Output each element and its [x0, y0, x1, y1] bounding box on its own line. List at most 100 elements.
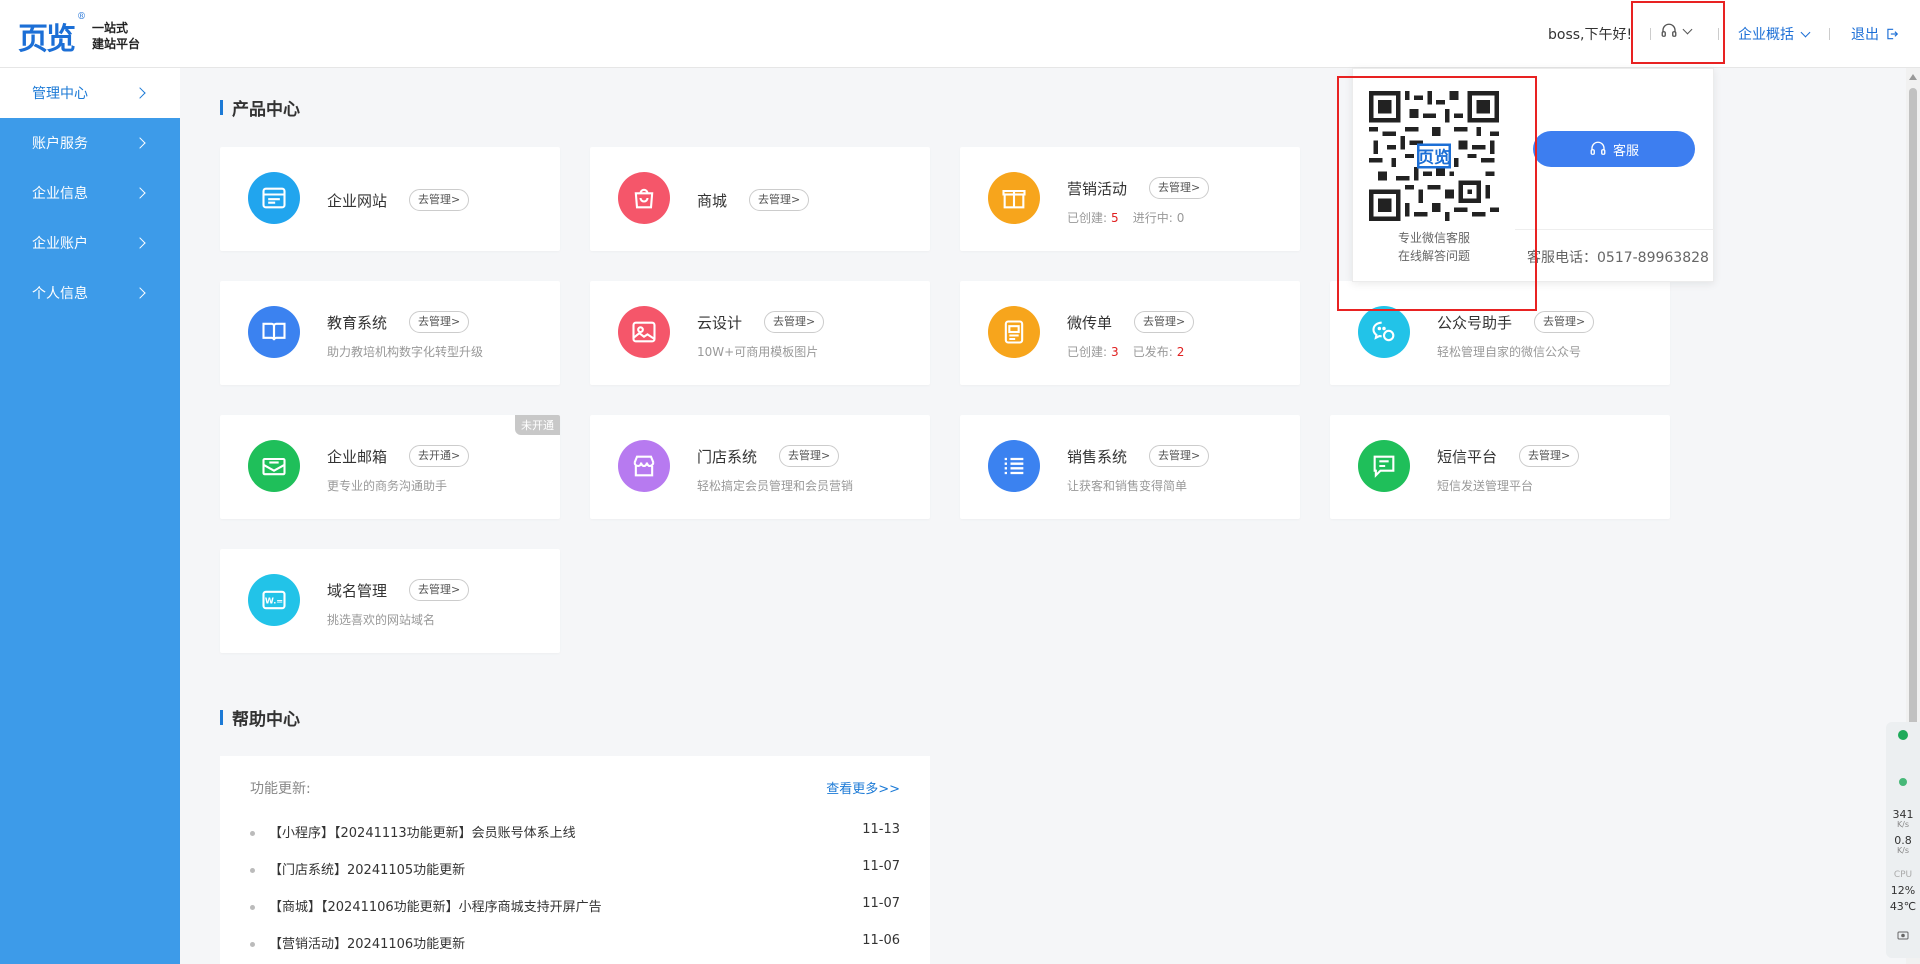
- manage-button[interactable]: 去管理>: [1149, 177, 1210, 199]
- chevron-right-icon: [134, 237, 146, 249]
- product-center-title: 产品中心: [220, 95, 300, 120]
- status-dot-icon: [1898, 730, 1908, 740]
- product-card-website[interactable]: 企业网站 去管理>: [220, 147, 560, 251]
- sidebar-item-management-center[interactable]: 管理中心: [0, 68, 180, 118]
- sidebar-item-personal-info[interactable]: 个人信息: [0, 268, 180, 318]
- list-icon: [988, 440, 1040, 492]
- update-date: 11-06: [862, 933, 900, 948]
- image-icon: [618, 306, 670, 358]
- product-description: 更专业的商务沟通助手: [327, 479, 448, 493]
- shopping-bag-icon: [618, 172, 670, 224]
- mail-icon: [248, 440, 300, 492]
- list-item[interactable]: 【营销活动】20241106功能更新 11-06: [250, 933, 900, 952]
- updates-label: 功能更新:: [250, 781, 311, 797]
- enterprise-overview-menu[interactable]: 企业概括: [1738, 0, 1811, 68]
- sms-icon: [1358, 440, 1410, 492]
- scrollbar-thumb[interactable]: [1909, 88, 1917, 788]
- product-name: 企业邮箱: [327, 448, 388, 466]
- product-card-domain[interactable]: W.= 域名管理 去管理> 挑选喜欢的网站域名: [220, 549, 560, 653]
- product-name: 企业网站: [327, 192, 388, 210]
- manage-button[interactable]: 去管理>: [1134, 311, 1195, 333]
- stat-label: 进行中:: [1132, 211, 1173, 225]
- logout-label: 退出: [1851, 27, 1879, 43]
- book-icon: [248, 306, 300, 358]
- sidebar-item-label: 企业信息: [32, 186, 88, 202]
- product-card-sales-system[interactable]: 销售系统 去管理> 让获客和销售变得简单: [960, 415, 1300, 519]
- chevron-right-icon: [134, 137, 146, 149]
- manage-button[interactable]: 去管理>: [409, 189, 470, 211]
- cpu-usage: 12%: [1890, 884, 1916, 897]
- product-name: 域名管理: [327, 582, 388, 600]
- chevron-down-icon: [1800, 27, 1811, 37]
- product-card-store-system[interactable]: 门店系统 去管理> 轻松搞定会员管理和会员营销: [590, 415, 930, 519]
- update-title: 【门店系统】20241105功能更新: [269, 863, 466, 878]
- update-date: 11-07: [862, 896, 900, 911]
- product-card-flyer[interactable]: 微传单 去管理> 已创建: 3 已发布: 2: [960, 281, 1300, 385]
- product-name: 公众号助手: [1437, 314, 1513, 332]
- button-label: 客服: [1612, 143, 1639, 159]
- bullet: [250, 905, 255, 910]
- product-name: 营销活动: [1067, 180, 1128, 198]
- product-card-marketing[interactable]: 营销活动 去管理> 已创建: 5 进行中: 0: [960, 147, 1300, 251]
- update-date: 11-07: [862, 859, 900, 874]
- domain-icon: W.=: [248, 574, 300, 626]
- product-name: 云设计: [697, 314, 743, 332]
- list-item[interactable]: 【小程序】【20241113功能更新】会员账号体系上线 11-13: [250, 822, 900, 841]
- stat-value: 2: [1176, 345, 1185, 359]
- open-service-button[interactable]: 去开通>: [409, 445, 470, 467]
- manage-button[interactable]: 去管理>: [1149, 445, 1210, 467]
- product-card-education[interactable]: 教育系统 去管理> 助力教培机构数字化转型升级: [220, 281, 560, 385]
- list-item[interactable]: 【门店系统】20241105功能更新 11-07: [250, 859, 900, 878]
- product-name: 商城: [697, 192, 728, 210]
- section-title-text: 产品中心: [232, 100, 300, 120]
- manage-button[interactable]: 去管理>: [779, 445, 840, 467]
- manage-button[interactable]: 去管理>: [1519, 445, 1580, 467]
- manage-button[interactable]: 去管理>: [409, 579, 470, 601]
- list-item[interactable]: 【商城】【20241106功能更新】小程序商城支持开屏广告 11-07: [250, 896, 900, 915]
- sidebar-item-label: 账户服务: [32, 136, 88, 152]
- update-date: 11-13: [862, 822, 900, 837]
- product-card-sms-platform[interactable]: 短信平台 去管理> 短信发送管理平台: [1330, 415, 1670, 519]
- help-center-title: 帮助中心: [220, 705, 300, 730]
- network-unit: K/s: [1896, 820, 1910, 829]
- customer-service-button[interactable]: 客服: [1533, 131, 1695, 167]
- chevron-right-icon: [134, 287, 146, 299]
- view-more-link[interactable]: 查看更多>>: [826, 778, 900, 797]
- camera-icon: [1897, 931, 1909, 940]
- product-card-mall[interactable]: 商城 去管理>: [590, 147, 930, 251]
- bullet: [250, 942, 255, 947]
- update-title: 【营销活动】20241106功能更新: [269, 937, 466, 952]
- sidebar-item-company-info[interactable]: 企业信息: [0, 168, 180, 218]
- product-card-cloud-design[interactable]: 云设计 去管理> 10W+可商用模板图片: [590, 281, 930, 385]
- highlight-frame: [1337, 76, 1537, 311]
- system-monitor-widget[interactable]: 341 K/s 0.8 K/s CPU 12% 43℃: [1886, 722, 1920, 958]
- product-stats: 已创建: 5 进行中: 0: [1067, 209, 1184, 226]
- stat-value: 5: [1111, 211, 1119, 225]
- manage-button[interactable]: 去管理>: [409, 311, 470, 333]
- status-dot-icon: [1899, 778, 1907, 786]
- stat-value: 0: [1176, 211, 1185, 225]
- service-phone: 客服电话：0517-89963828: [1527, 250, 1709, 266]
- chevron-right-icon: [134, 187, 146, 199]
- sidebar-item-label: 企业账户: [32, 236, 88, 252]
- product-description: 挑选喜欢的网站域名: [327, 613, 436, 627]
- product-description: 助力教培机构数字化转型升级: [327, 345, 484, 359]
- product-description: 让获客和销售变得简单: [1067, 479, 1188, 493]
- update-title: 【小程序】【20241113功能更新】会员账号体系上线: [269, 826, 576, 841]
- update-title: 【商城】【20241106功能更新】小程序商城支持开屏广告: [269, 900, 602, 915]
- highlight-frame: [1631, 1, 1725, 64]
- stat-value: 3: [1111, 345, 1119, 359]
- logout-button[interactable]: 退出: [1851, 0, 1899, 68]
- manage-button[interactable]: 去管理>: [749, 189, 810, 211]
- greeting: boss,下午好!: [1548, 27, 1633, 43]
- product-card-enterprise-mail[interactable]: 企业邮箱 去开通> 更专业的商务沟通助手 未开通: [220, 415, 560, 519]
- sidebar-item-company-account[interactable]: 企业账户: [0, 218, 180, 268]
- status-badge: 未开通: [515, 415, 560, 435]
- manage-button[interactable]: 去管理>: [1534, 311, 1595, 333]
- logo[interactable]: 页览 ® 一站式 建站平台: [18, 12, 141, 58]
- sidebar-item-account-service[interactable]: 账户服务: [0, 118, 180, 168]
- headset-icon: [1590, 141, 1606, 155]
- logo-tagline: 一站式 建站平台: [92, 21, 141, 51]
- scroll-up-arrow-icon[interactable]: [1909, 74, 1917, 80]
- manage-button[interactable]: 去管理>: [764, 311, 825, 333]
